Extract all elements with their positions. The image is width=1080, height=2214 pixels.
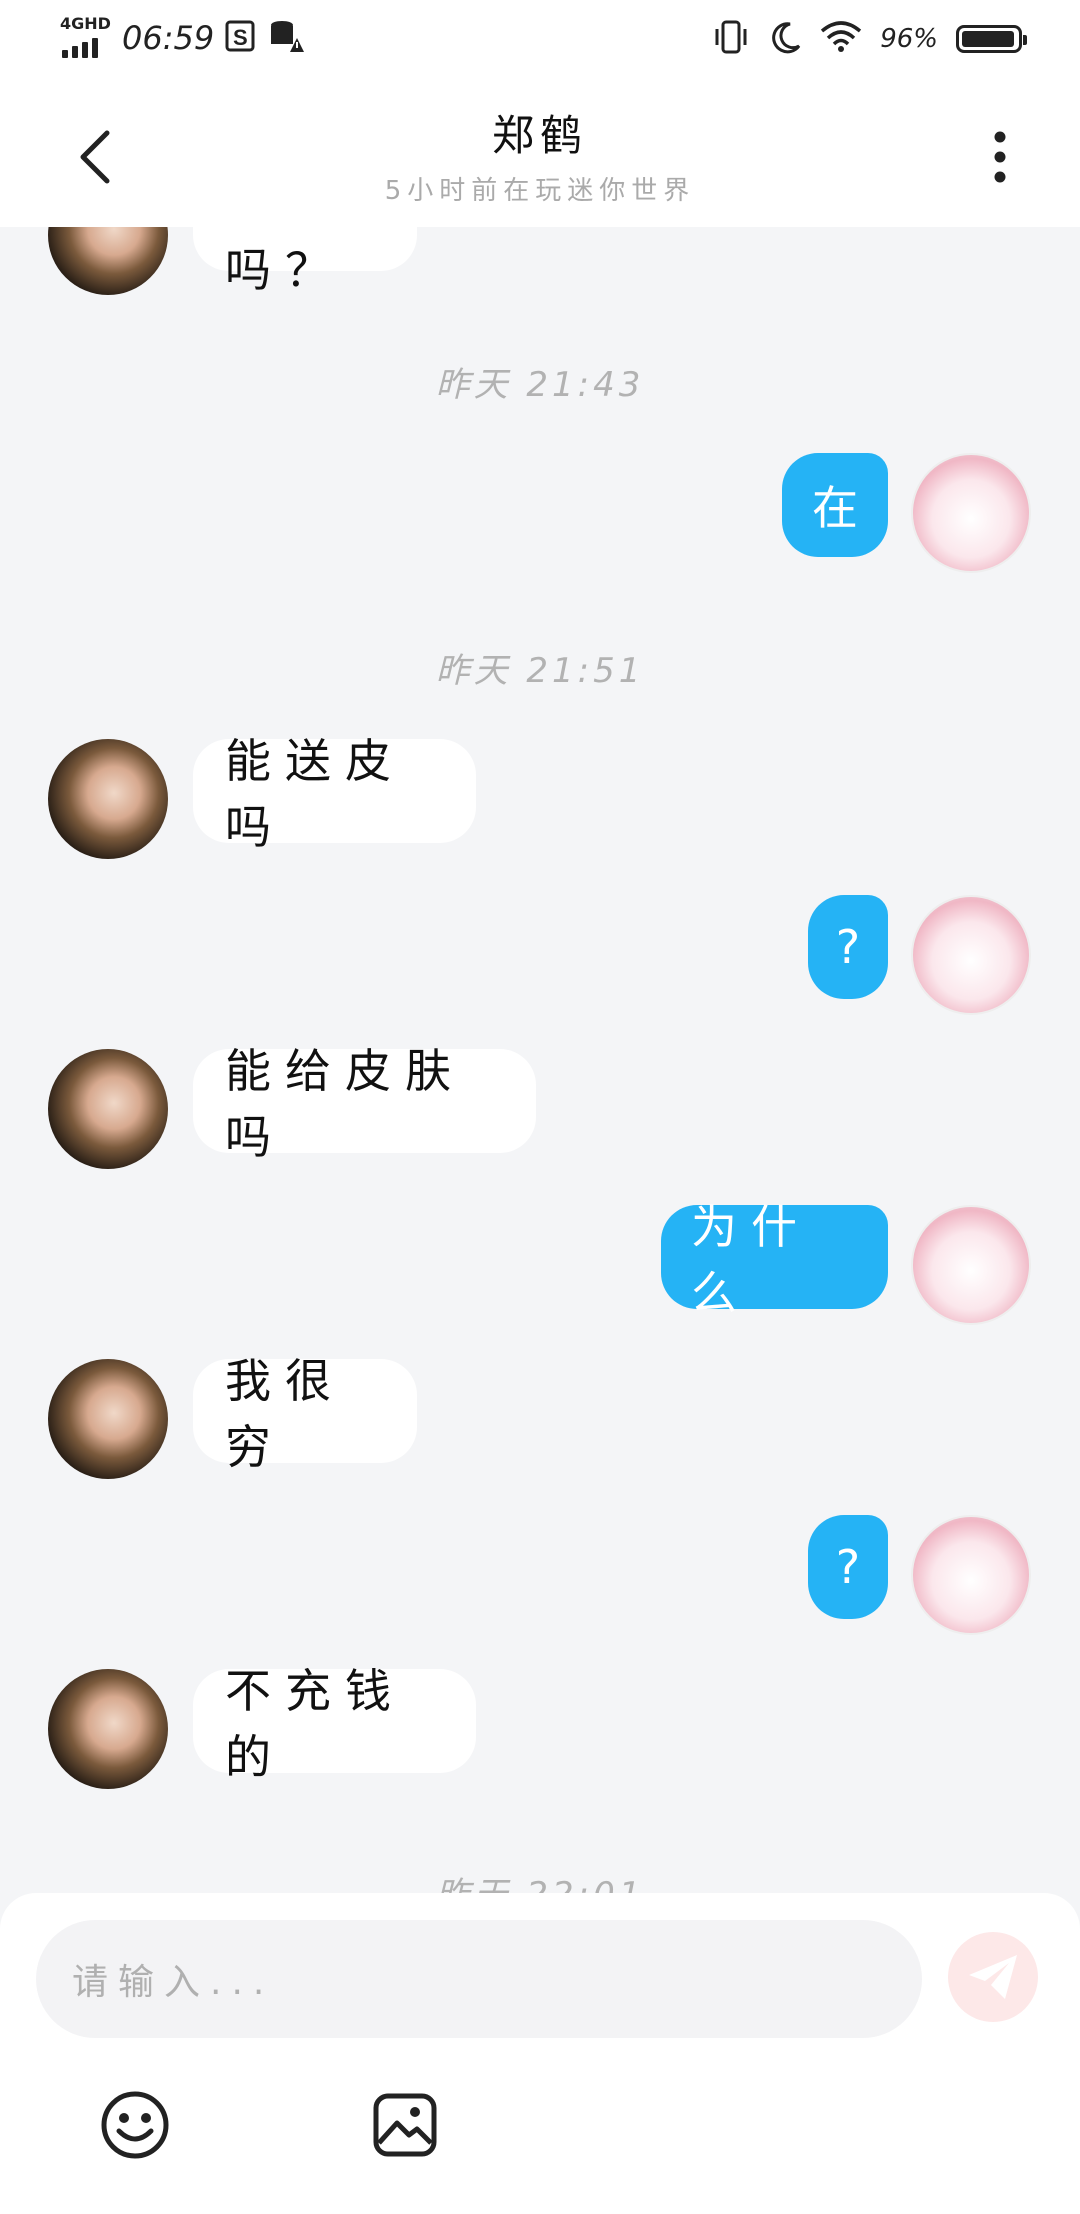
timestamp: 昨天 21:51 <box>435 651 645 691</box>
message-bubble-left[interactable]: 我很穷 <box>193 1354 417 1474</box>
image-button[interactable] <box>363 2083 447 2167</box>
data-warning-icon <box>268 18 305 58</box>
send-button[interactable] <box>948 1932 1038 2022</box>
message-bubble-right[interactable]: 在 <box>782 453 888 557</box>
contact-avatar[interactable] <box>48 227 168 295</box>
message-bubble-right[interactable]: ? <box>808 895 888 999</box>
wifi-icon <box>820 21 862 57</box>
svg-text:S: S <box>233 25 248 50</box>
message-bubble-left[interactable]: 能给皮肤吗 <box>193 1044 536 1164</box>
my-avatar[interactable] <box>911 1205 1031 1325</box>
message-bubble-right[interactable]: ? <box>808 1515 888 1619</box>
chat-header: 郑鹤 5小时前在玩迷你世界 <box>0 82 1080 227</box>
status-bar: 4GHD 06:59 S 96% <box>0 0 1080 82</box>
timestamp: 昨天 21:43 <box>435 365 645 405</box>
contact-status: 5小时前在玩迷你世界 <box>384 176 696 206</box>
my-avatar[interactable] <box>911 895 1031 1015</box>
emoji-button[interactable] <box>93 2083 177 2167</box>
send-icon <box>969 1955 1017 1999</box>
contact-name: 郑鹤 <box>491 111 588 160</box>
message-list[interactable]: 在 吗？ 昨天 21:43 在 昨天 21:51 能送皮吗 ? 能给皮肤吗 为什… <box>0 227 1080 1897</box>
my-avatar[interactable] <box>911 1515 1031 1635</box>
composer: 请输入... <box>0 1893 1080 2214</box>
more-vertical-icon <box>994 131 1006 183</box>
emoji-icon <box>101 2091 169 2159</box>
message-input[interactable]: 请输入... <box>36 1920 922 2038</box>
clock: 06:59 <box>122 19 215 57</box>
message-bubble-left[interactable]: 在 吗？ <box>193 227 417 297</box>
contact-avatar[interactable] <box>48 1669 168 1789</box>
sim-icon: S <box>224 19 258 57</box>
contact-avatar[interactable] <box>48 739 168 859</box>
message-bubble-left[interactable]: 能送皮吗 <box>193 734 476 854</box>
more-button[interactable] <box>970 122 1030 192</box>
my-avatar[interactable] <box>911 453 1031 573</box>
contact-avatar[interactable] <box>48 1049 168 1169</box>
vibrate-icon <box>712 20 750 58</box>
message-bubble-left[interactable]: 不充钱的 <box>193 1664 476 1784</box>
signal-icon: 4GHD <box>58 14 111 60</box>
battery-icon <box>956 25 1027 53</box>
battery-percent: 96% <box>880 24 938 54</box>
contact-avatar[interactable] <box>48 1359 168 1479</box>
network-type: 4GHD <box>60 14 111 33</box>
message-bubble-right[interactable]: 为什么 <box>661 1200 888 1320</box>
moon-icon <box>768 20 802 58</box>
image-icon <box>373 2093 437 2157</box>
